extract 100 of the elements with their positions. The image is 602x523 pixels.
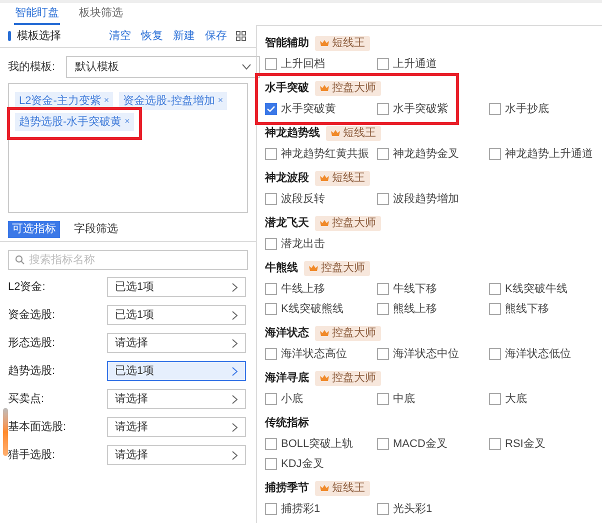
action-link[interactable]: 清空 xyxy=(109,28,131,44)
checkbox-option[interactable]: 波段趋势增加 xyxy=(377,189,489,209)
checkbox[interactable] xyxy=(377,348,389,360)
checkbox-option[interactable]: MACD金叉 xyxy=(377,434,489,454)
checkbox-option[interactable]: 波段反转 xyxy=(265,189,377,209)
checkbox-option[interactable]: 神龙趋势红黄共振 xyxy=(265,144,377,164)
checkbox-option[interactable]: 海洋状态低位 xyxy=(489,344,601,364)
chevron-right-icon xyxy=(232,450,238,460)
checkbox-option[interactable]: 潜龙出击 xyxy=(265,234,377,254)
scrollbar-thumb[interactable] xyxy=(3,408,8,456)
checkbox[interactable] xyxy=(377,438,389,450)
checkbox-option[interactable]: K线突破牛线 xyxy=(489,279,601,299)
panel-tab[interactable]: 智能盯盘 xyxy=(14,3,60,25)
checkbox[interactable] xyxy=(377,503,389,515)
checkbox[interactable] xyxy=(265,193,277,205)
checkbox-option[interactable]: 中底 xyxy=(377,389,489,409)
filter-tag[interactable]: 资金选股-控盘增加 × xyxy=(119,92,228,110)
group-title: 牛熊线 xyxy=(265,260,298,276)
field-label: 我的模板: xyxy=(8,60,56,75)
search-icon xyxy=(15,255,25,265)
checkbox-option[interactable]: 神龙趋势金叉 xyxy=(377,144,489,164)
section-marker xyxy=(8,31,11,41)
filter-tab[interactable]: 字段筛选 xyxy=(70,221,122,238)
chevron-right-icon xyxy=(232,422,238,432)
checkbox[interactable] xyxy=(265,283,277,295)
indicator-select[interactable]: 已选1项 xyxy=(107,305,246,325)
indicator-select[interactable]: 已选1项 xyxy=(107,361,246,381)
checkbox[interactable] xyxy=(265,58,277,70)
search-input[interactable]: 搜索指标名称 xyxy=(29,252,241,268)
field-label: 猎手选股: xyxy=(8,448,56,463)
indicator-select[interactable]: 已选1项 xyxy=(107,277,246,297)
chevron-right-icon xyxy=(232,338,238,348)
checkbox[interactable] xyxy=(265,503,277,515)
chevron-right-icon xyxy=(232,282,238,292)
checkbox[interactable] xyxy=(265,103,277,115)
checkbox-option[interactable]: 上升回档 xyxy=(265,54,377,74)
checkbox[interactable] xyxy=(489,303,501,315)
checkbox[interactable] xyxy=(265,393,277,405)
section-title: 模板选择 xyxy=(17,28,62,44)
checkbox-option[interactable]: KDJ金叉 xyxy=(265,454,377,474)
layout-icon[interactable] xyxy=(236,31,246,41)
checkbox[interactable] xyxy=(489,438,501,450)
checkbox[interactable] xyxy=(265,148,277,160)
checkbox[interactable] xyxy=(265,458,277,470)
checkbox-option[interactable]: K线突破熊线 xyxy=(265,299,377,319)
checkbox[interactable] xyxy=(377,148,389,160)
checkbox-option[interactable]: 熊线下移 xyxy=(489,299,601,319)
panel-tab[interactable]: 板块筛选 xyxy=(78,3,124,25)
indicator-select[interactable]: 请选择 xyxy=(107,445,246,465)
checkbox-option[interactable]: 捕捞彩1 xyxy=(265,499,377,519)
action-link[interactable]: 恢复 xyxy=(141,28,163,44)
checkbox-option[interactable]: 海洋状态高位 xyxy=(265,344,377,364)
indicator-select[interactable]: 请选择 xyxy=(107,333,246,353)
group-title: 智能辅助 xyxy=(265,36,309,51)
search-field[interactable]: 搜索指标名称 xyxy=(8,250,248,270)
indicator-select[interactable]: 请选择 xyxy=(107,417,246,437)
tier-badge: 控盘大师 xyxy=(315,80,381,96)
crown-icon xyxy=(320,484,329,492)
checkbox[interactable] xyxy=(265,238,277,250)
checkbox[interactable] xyxy=(377,393,389,405)
checkbox[interactable] xyxy=(489,148,501,160)
template-dropdown[interactable]: 默认模板 xyxy=(66,56,260,78)
checkbox[interactable] xyxy=(377,193,389,205)
checkbox[interactable] xyxy=(489,393,501,405)
checkbox[interactable] xyxy=(265,438,277,450)
crown-icon xyxy=(320,330,329,336)
group-title: 海洋寻底 xyxy=(265,370,309,386)
checkbox-option[interactable]: 海洋状态中位 xyxy=(377,344,489,364)
checkbox[interactable] xyxy=(377,103,389,115)
checkbox-option[interactable]: 小底 xyxy=(265,389,377,409)
checkbox[interactable] xyxy=(265,348,277,360)
checkbox-option[interactable]: 神龙趋势上升通道 xyxy=(489,144,601,164)
filter-tab[interactable]: 可选指标 xyxy=(8,221,60,238)
action-link[interactable]: 保存 xyxy=(205,28,227,44)
checkbox[interactable] xyxy=(377,283,389,295)
checkbox[interactable] xyxy=(489,348,501,360)
checkbox[interactable] xyxy=(489,103,501,115)
checkbox[interactable] xyxy=(489,283,501,295)
checkbox[interactable] xyxy=(265,303,277,315)
chevron-right-icon xyxy=(232,366,238,376)
tier-badge: 短线王 xyxy=(315,170,370,186)
tier-badge: 控盘大师 xyxy=(315,216,381,230)
checkbox[interactable] xyxy=(377,303,389,315)
checkbox-option[interactable]: 水手抄底 xyxy=(489,99,601,119)
group-title: 神龙波段 xyxy=(265,170,309,186)
checkbox-option[interactable]: 牛线上移 xyxy=(265,279,377,299)
checkbox-option[interactable]: 上升通道 xyxy=(377,54,489,74)
action-link[interactable]: 新建 xyxy=(173,28,195,44)
checkbox[interactable] xyxy=(377,58,389,70)
indicator-select[interactable]: 请选择 xyxy=(107,389,246,409)
filter-tag[interactable]: 趋势选股-水手突破黄 × xyxy=(15,113,134,131)
checkbox-option[interactable]: 大底 xyxy=(489,389,601,409)
field-label: 形态选股: xyxy=(8,336,56,351)
checkbox-option[interactable]: 水手突破紫 xyxy=(377,99,489,119)
checkbox-option[interactable]: BOLL突破上轨 xyxy=(265,434,377,454)
checkbox-option[interactable]: 牛线下移 xyxy=(377,279,489,299)
checkbox-option[interactable]: RSI金叉 xyxy=(489,434,601,454)
checkbox-option[interactable]: 光头彩1 xyxy=(377,499,489,519)
checkbox-option[interactable]: 水手突破黄 xyxy=(265,99,377,119)
checkbox-option[interactable]: 熊线上移 xyxy=(377,299,489,319)
